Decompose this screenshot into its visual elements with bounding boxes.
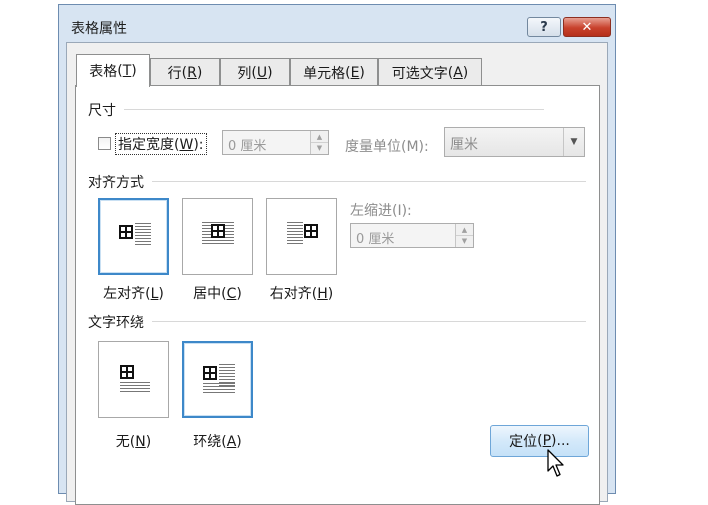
dropdown-arrow-icon[interactable]: ▼ [563, 128, 584, 156]
measure-value: 厘米 [450, 137, 478, 153]
option-text: 无 [115, 434, 130, 450]
option-hotkey: L [150, 286, 159, 302]
spin-down-icon[interactable]: ▼ [456, 235, 473, 246]
button-text: 定位 [509, 434, 538, 450]
wrap-none-label: 无(N) [115, 434, 152, 450]
option-text: 右对齐 [269, 286, 312, 302]
tab-alt-text[interactable]: 可选文字(A) [378, 58, 482, 86]
dialog-window: 表格属性 ? ✕ 表格(T) 行(R) 列(U) 单元格(E) 可选文字(A) … [58, 4, 616, 505]
option-hotkey: C [226, 286, 237, 302]
group-divider [124, 109, 544, 110]
tab-hotkey: U [256, 64, 268, 81]
spin-buttons: ▲ ▼ [455, 224, 473, 247]
tab-hotkey: R [187, 64, 197, 81]
align-right-label: 右对齐(H) [269, 286, 334, 302]
tab-row[interactable]: 行(R) [150, 58, 220, 86]
tab-hotkey: T [122, 63, 132, 79]
button-suffix: ... [556, 433, 570, 449]
close-icon: ✕ [581, 19, 593, 35]
wrap-none-option[interactable] [98, 341, 169, 418]
text-lines-icon [203, 383, 235, 393]
text-lines-icon [120, 382, 150, 392]
tab-label: 列 [237, 65, 252, 82]
measure-label: 度量单位(M): [345, 139, 429, 155]
help-button[interactable]: ? [527, 17, 561, 37]
option-hotkey: H [317, 286, 328, 302]
table-tab-panel: 尺寸 指定宽度(W): 0 厘米 ▲ ▼ 度量单位(M): 厘米 ▼ 对齐方式 [75, 85, 600, 505]
alignment-heading: 对齐方式 [88, 172, 150, 192]
size-heading: 尺寸 [88, 100, 122, 120]
group-divider [152, 181, 586, 182]
indent-value: 0 厘米 [356, 232, 395, 247]
tab-cell[interactable]: 单元格(E) [290, 58, 378, 86]
indent-label: 左缩进(I): [350, 203, 412, 219]
spin-down-icon[interactable]: ▼ [311, 142, 328, 153]
text-lines-icon [287, 222, 303, 246]
tab-label: 单元格 [303, 65, 346, 82]
align-center-label: 居中(C) [193, 286, 242, 302]
tab-hotkey: E [350, 64, 360, 81]
group-divider [152, 321, 586, 322]
option-text: 左对齐 [103, 286, 146, 302]
close-button[interactable]: ✕ [563, 17, 611, 37]
align-center-option[interactable] [182, 198, 253, 275]
dialog-title: 表格属性 [71, 21, 127, 37]
width-spinner[interactable]: 0 厘米 ▲ ▼ [222, 130, 329, 155]
table-grid-icon [203, 366, 217, 380]
tab-label: 行 [167, 65, 182, 82]
mouse-pointer-icon [547, 449, 564, 477]
table-grid-icon [211, 224, 225, 238]
help-icon: ? [540, 19, 548, 35]
dialog-client: 表格(T) 行(R) 列(U) 单元格(E) 可选文字(A) 尺寸 指定宽度(W… [66, 42, 608, 505]
spin-buttons: ▲ ▼ [310, 131, 328, 154]
table-grid-icon [119, 225, 133, 239]
align-right-option[interactable] [266, 198, 337, 275]
checkbox-hotkey: W [179, 137, 194, 153]
width-value: 0 厘米 [228, 139, 267, 154]
wrap-heading: 文字环绕 [88, 312, 150, 332]
preferred-width-checkbox[interactable] [98, 137, 111, 150]
table-grid-icon [304, 224, 318, 238]
tab-table[interactable]: 表格(T) [76, 54, 150, 87]
tab-label: 可选文字 [391, 65, 448, 82]
option-text: 居中 [193, 286, 222, 302]
option-hotkey: A [226, 434, 237, 450]
tab-label: 表格 [89, 64, 118, 80]
table-grid-icon [120, 365, 134, 379]
checkbox-text: 指定宽度 [118, 137, 174, 153]
align-left-label: 左对齐(L) [103, 286, 164, 302]
measure-combobox[interactable]: 厘米 ▼ [444, 127, 585, 157]
wrap-around-label: 环绕(A) [193, 434, 242, 450]
text-lines-icon [135, 223, 151, 247]
preferred-width-label[interactable]: 指定宽度(W): [115, 133, 207, 155]
tab-hotkey: A [453, 64, 463, 81]
align-left-option[interactable] [98, 198, 169, 275]
option-text: 环绕 [193, 434, 222, 450]
indent-spinner[interactable]: 0 厘米 ▲ ▼ [350, 223, 474, 248]
position-button[interactable]: 定位(P)... [490, 425, 589, 457]
wrap-around-option[interactable] [182, 341, 253, 418]
button-hotkey: P [542, 433, 552, 449]
option-hotkey: N [135, 434, 146, 450]
tab-column[interactable]: 列(U) [220, 58, 290, 86]
